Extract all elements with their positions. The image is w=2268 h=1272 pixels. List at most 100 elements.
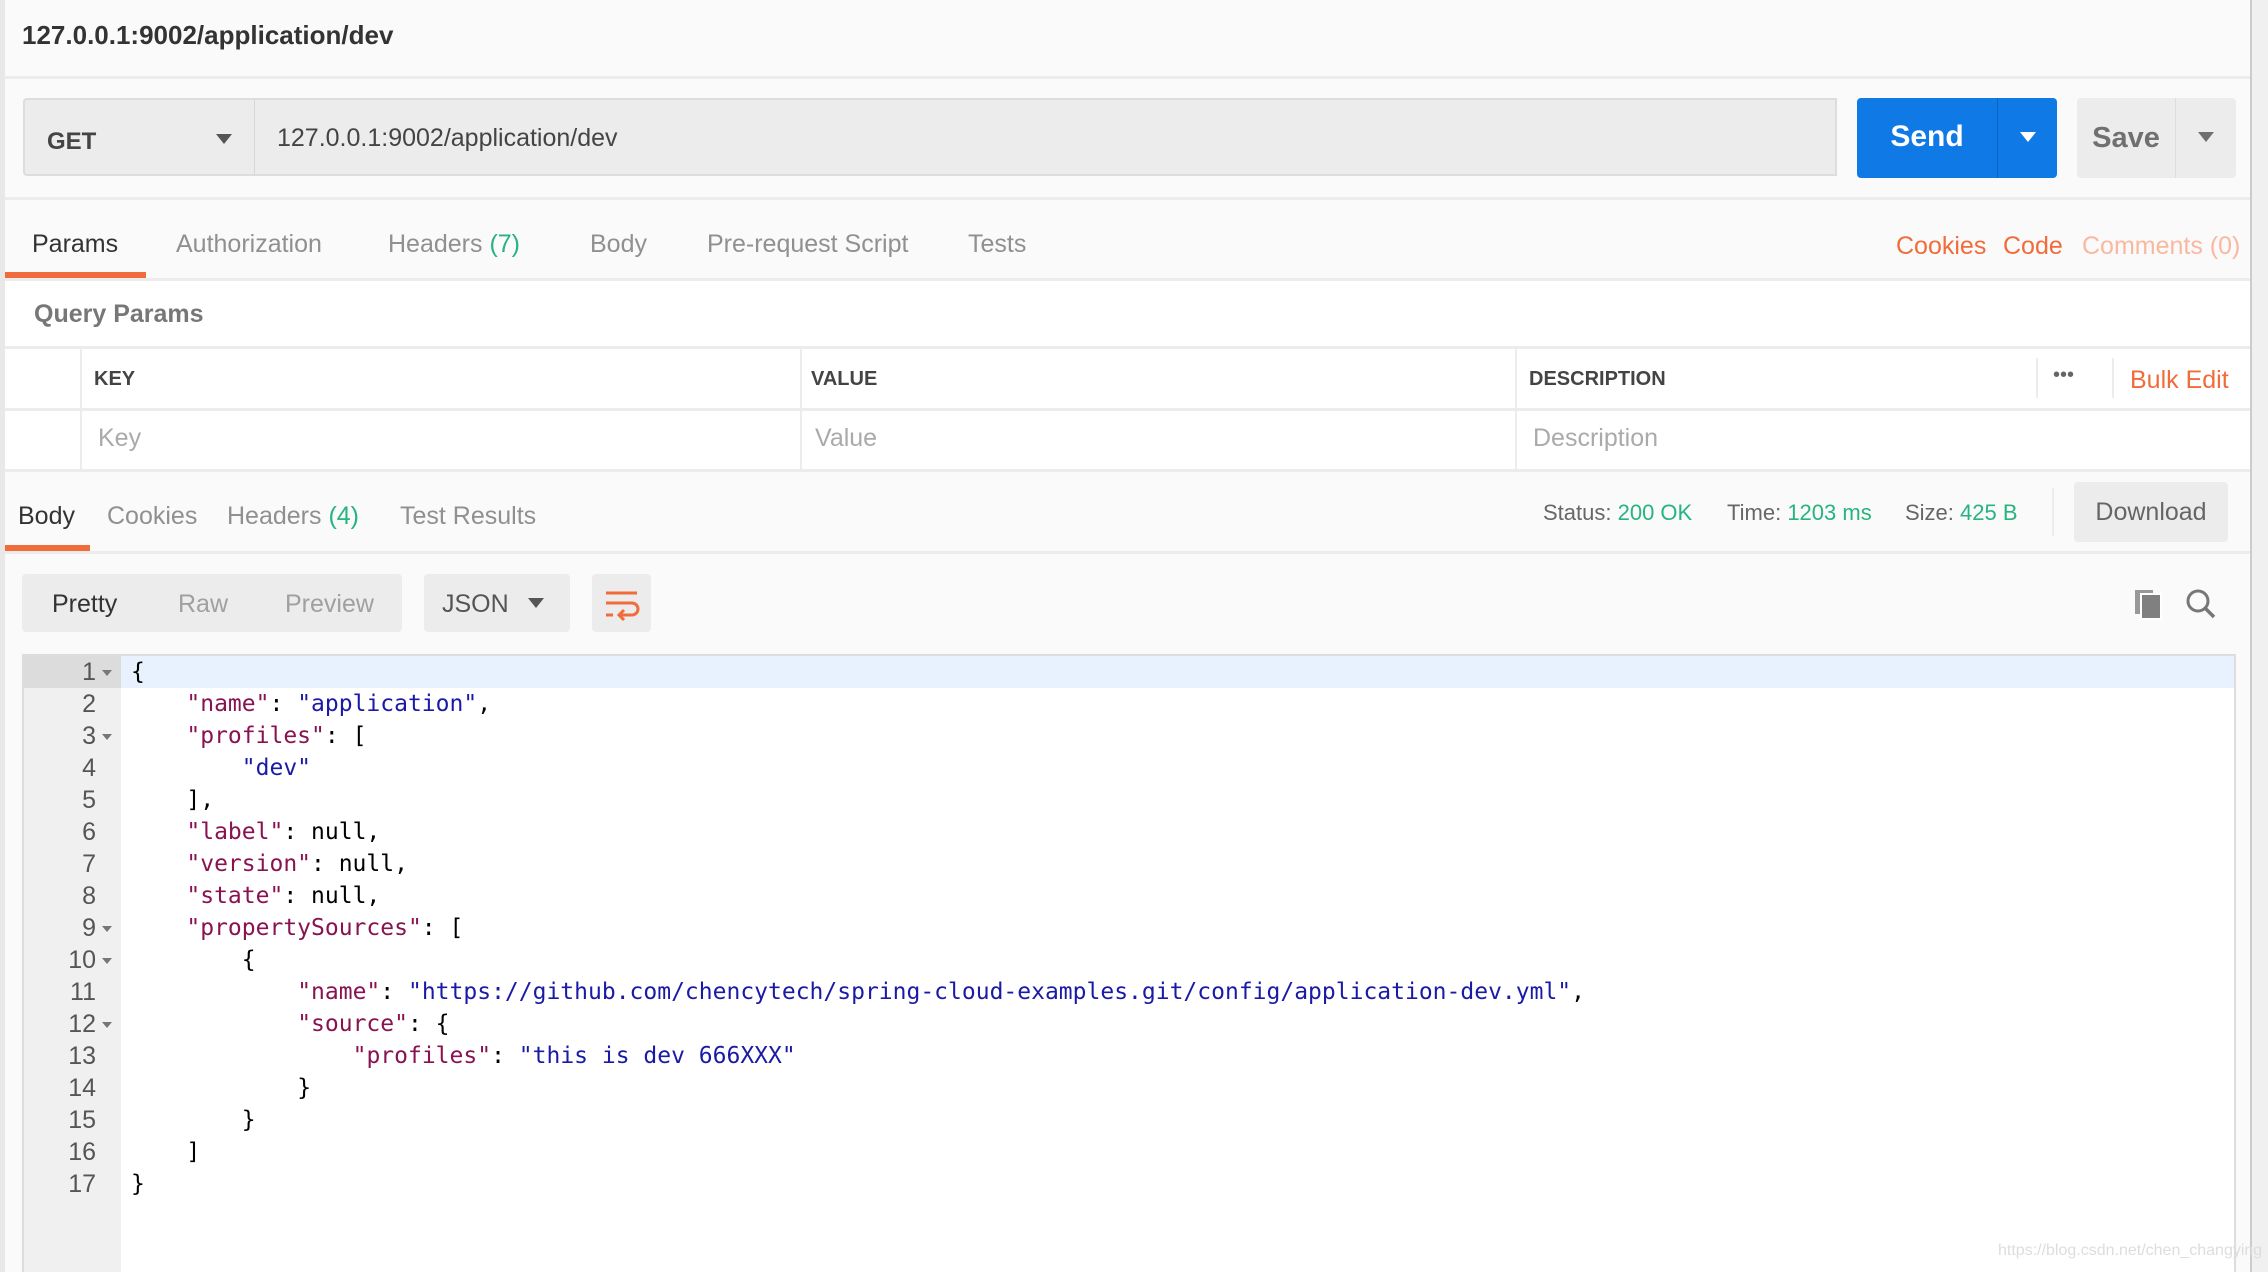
code-line: 3 "profiles": [ bbox=[24, 720, 2234, 752]
value-input[interactable]: Value bbox=[815, 424, 877, 453]
json-string: "application" bbox=[297, 691, 478, 717]
json-punctuation: : bbox=[380, 979, 408, 1005]
tab-body[interactable]: Body bbox=[590, 230, 647, 259]
line-number: 8 bbox=[82, 882, 96, 910]
line-number: 4 bbox=[82, 754, 96, 782]
tab-headers[interactable]: Headers (7) bbox=[388, 230, 520, 259]
divider bbox=[5, 76, 2250, 79]
json-punctuation: { bbox=[131, 659, 145, 685]
send-options-button[interactable] bbox=[1997, 98, 2057, 178]
json-key: "name" bbox=[297, 979, 381, 1005]
response-tab-body[interactable]: Body bbox=[18, 502, 75, 531]
code-content: ], bbox=[186, 784, 214, 816]
line-number: 13 bbox=[68, 1042, 96, 1070]
key-input[interactable]: Key bbox=[98, 424, 141, 453]
url-input[interactable]: 127.0.0.1:9002/application/dev bbox=[255, 98, 1837, 176]
more-options-icon[interactable]: ••• bbox=[2053, 364, 2074, 387]
code-content: "propertySources": [ bbox=[186, 912, 463, 944]
tab-pre-request-script[interactable]: Pre-request Script bbox=[707, 230, 908, 259]
tab-tests[interactable]: Tests bbox=[968, 230, 1026, 259]
line-number: 15 bbox=[68, 1106, 96, 1134]
column-divider bbox=[2112, 358, 2114, 398]
tab-label: Headers bbox=[227, 502, 322, 530]
json-punctuation: : bbox=[491, 1043, 519, 1069]
line-number: 9 bbox=[82, 914, 96, 942]
response-tab-test-results[interactable]: Test Results bbox=[400, 502, 536, 531]
divider bbox=[5, 346, 2250, 349]
cookies-link[interactable]: Cookies bbox=[1896, 232, 1986, 261]
code-line: 17} bbox=[24, 1168, 2234, 1200]
value-column-header: VALUE bbox=[811, 368, 878, 390]
bulk-edit-link[interactable]: Bulk Edit bbox=[2130, 366, 2229, 395]
code-content: { bbox=[242, 944, 256, 976]
fold-toggle-icon[interactable] bbox=[102, 926, 112, 932]
json-punctuation: : null, bbox=[283, 883, 381, 909]
json-key: "source" bbox=[297, 1011, 408, 1037]
tab-authorization[interactable]: Authorization bbox=[176, 230, 322, 259]
response-tab-headers[interactable]: Headers (4) bbox=[227, 502, 359, 531]
fold-toggle-icon[interactable] bbox=[102, 1022, 112, 1028]
request-title: 127.0.0.1:9002/application/dev bbox=[22, 20, 394, 50]
pretty-button[interactable]: Pretty bbox=[52, 590, 117, 619]
json-punctuation: ], bbox=[186, 787, 215, 813]
preview-button[interactable]: Preview bbox=[285, 590, 374, 619]
raw-button[interactable]: Raw bbox=[178, 590, 228, 619]
code-content: "source": { bbox=[297, 1008, 449, 1040]
query-params-panel bbox=[5, 281, 2250, 471]
code-line: 8 "state": null, bbox=[24, 880, 2234, 912]
divider bbox=[2052, 488, 2054, 536]
line-number: 7 bbox=[82, 850, 96, 878]
code-line: 4 "dev" bbox=[24, 752, 2234, 784]
description-input[interactable]: Description bbox=[1533, 424, 1658, 453]
json-punctuation: } bbox=[241, 1107, 256, 1133]
line-number: 5 bbox=[82, 786, 96, 814]
code-content: "version": null, bbox=[186, 848, 408, 880]
headers-count: (7) bbox=[489, 230, 521, 258]
scrollbar[interactable] bbox=[2250, 0, 2268, 1272]
line-number: 3 bbox=[82, 722, 96, 750]
code-line: 13 "profiles": "this is dev 666XXX" bbox=[24, 1040, 2234, 1072]
fold-toggle-icon[interactable] bbox=[102, 670, 112, 676]
json-key: "propertySources" bbox=[186, 915, 422, 941]
code-link[interactable]: Code bbox=[2003, 232, 2063, 261]
status-value: 200 OK bbox=[1617, 500, 1693, 525]
chevron-down-icon bbox=[2020, 132, 2036, 142]
download-button[interactable]: Download bbox=[2074, 482, 2228, 542]
code-content: "state": null, bbox=[186, 880, 380, 912]
code-line: 6 "label": null, bbox=[24, 816, 2234, 848]
tab-params[interactable]: Params bbox=[32, 230, 118, 259]
code-content: "name": "https://github.com/chencytech/s… bbox=[297, 976, 1585, 1008]
json-punctuation: } bbox=[131, 1171, 145, 1197]
response-tab-cookies[interactable]: Cookies bbox=[107, 502, 197, 531]
column-divider bbox=[1515, 348, 1517, 470]
headers-count: (4) bbox=[328, 502, 360, 530]
comments-link[interactable]: Comments (0) bbox=[2082, 232, 2240, 261]
json-key: "label" bbox=[186, 819, 284, 845]
tab-label: Headers bbox=[388, 230, 483, 258]
json-punctuation: , bbox=[1571, 979, 1586, 1005]
column-divider bbox=[2036, 358, 2038, 398]
response-time: Time: 1203 ms bbox=[1727, 500, 1872, 526]
json-key: "state" bbox=[186, 883, 284, 909]
search-icon[interactable] bbox=[2185, 588, 2217, 625]
json-punctuation: { bbox=[241, 947, 256, 973]
divider bbox=[5, 197, 2250, 200]
wrap-lines-button[interactable] bbox=[592, 574, 651, 632]
format-select[interactable]: JSON bbox=[424, 574, 570, 632]
fold-toggle-icon[interactable] bbox=[102, 958, 112, 964]
json-key: "profiles" bbox=[352, 1043, 492, 1069]
method-select[interactable]: GET bbox=[23, 98, 255, 176]
response-body-editor[interactable]: 1{2 "name": "application", 3 "profiles": [4… bbox=[22, 654, 2236, 1272]
copy-icon[interactable] bbox=[2133, 588, 2163, 625]
code-content: "profiles": [ bbox=[186, 720, 366, 752]
send-label: Send bbox=[1890, 120, 1964, 153]
code-line: 11 "name": "https://github.com/chencytech… bbox=[24, 976, 2234, 1008]
send-button[interactable]: Send bbox=[1857, 98, 2057, 178]
json-key: "name" bbox=[186, 691, 270, 717]
save-button[interactable]: Save bbox=[2077, 98, 2236, 178]
fold-toggle-icon[interactable] bbox=[102, 734, 112, 740]
save-options-button[interactable] bbox=[2175, 98, 2236, 178]
code-line: 1{ bbox=[24, 656, 2234, 688]
code-content: { bbox=[131, 656, 145, 688]
line-number: 11 bbox=[70, 978, 96, 1006]
